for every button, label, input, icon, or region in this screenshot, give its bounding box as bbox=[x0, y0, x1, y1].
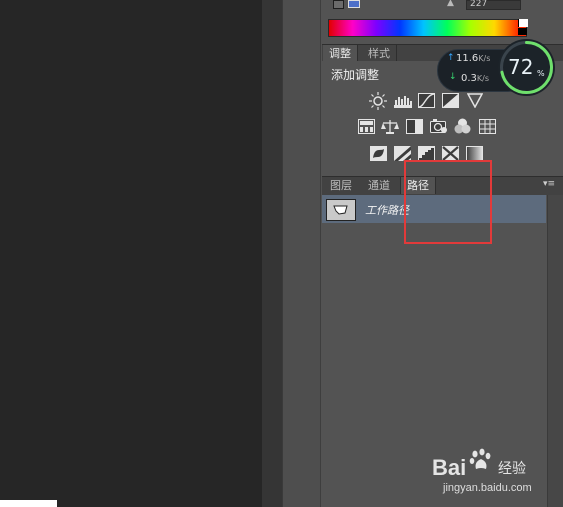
watermark-url: jingyan.baidu.com bbox=[443, 482, 532, 494]
channel-mixer-icon[interactable] bbox=[454, 118, 471, 134]
tab-channels[interactable]: 通道 bbox=[362, 177, 396, 194]
path-name: 工作路径 bbox=[365, 204, 409, 217]
posterize-icon[interactable] bbox=[394, 146, 411, 161]
tab-layers[interactable]: 图层 bbox=[324, 177, 358, 194]
download-arrow-icon: ↓ bbox=[449, 72, 457, 82]
curves-icon[interactable] bbox=[418, 93, 435, 108]
levels-icon[interactable] bbox=[394, 94, 412, 108]
tab-styles[interactable]: 样式 bbox=[362, 45, 397, 62]
hue-saturation-icon[interactable] bbox=[358, 119, 375, 134]
path-thumbnail bbox=[326, 199, 356, 221]
adjustments-title: 添加调整 bbox=[331, 68, 380, 82]
invert-icon[interactable] bbox=[370, 146, 387, 161]
photo-filter-icon[interactable] bbox=[430, 118, 448, 134]
black-swatch[interactable] bbox=[518, 28, 527, 35]
path-shape-icon bbox=[333, 205, 348, 215]
color-spectrum-bar[interactable] bbox=[328, 19, 527, 37]
white-swatch[interactable] bbox=[518, 19, 528, 27]
canvas-area bbox=[0, 0, 262, 507]
color-balance-icon[interactable] bbox=[381, 119, 399, 134]
gamut-icon: ▲ bbox=[447, 0, 454, 8]
document-edge bbox=[0, 500, 57, 507]
color-lookup-icon[interactable] bbox=[479, 119, 496, 134]
highlight-annotation-box bbox=[404, 160, 492, 244]
color-swatch[interactable] bbox=[348, 0, 360, 8]
usage-percent-unit: % bbox=[537, 69, 545, 78]
warning-icon bbox=[333, 0, 344, 9]
panel-gutter bbox=[262, 0, 282, 507]
threshold-icon[interactable] bbox=[418, 146, 435, 161]
color-value-field[interactable]: 227 bbox=[466, 0, 521, 10]
paw-logo-icon bbox=[469, 448, 491, 469]
gradient-map-icon[interactable] bbox=[466, 146, 483, 161]
upload-unit: K/s bbox=[478, 54, 491, 63]
watermark-suffix: 经验 bbox=[498, 461, 526, 477]
black-white-icon[interactable] bbox=[406, 119, 423, 134]
upload-arrow-icon: ↑ bbox=[447, 53, 455, 63]
vibrance-icon[interactable] bbox=[467, 93, 483, 108]
watermark-brand: Bai bbox=[432, 455, 467, 480]
panel-menu-icon[interactable]: ▾≡ bbox=[543, 179, 555, 189]
download-speed: 0.3K/s bbox=[461, 73, 490, 84]
download-unit: K/s bbox=[476, 74, 490, 83]
collapsed-dock bbox=[282, 0, 321, 507]
paths-panel-scrollbar[interactable] bbox=[547, 195, 563, 507]
selective-color-icon[interactable] bbox=[442, 146, 459, 161]
brightness-contrast-icon[interactable] bbox=[369, 92, 387, 110]
exposure-icon[interactable] bbox=[442, 93, 459, 108]
upload-speed: 11.6K/s bbox=[456, 53, 491, 64]
tab-adjustments[interactable]: 调整 bbox=[323, 45, 358, 62]
usage-percent: 72 bbox=[508, 55, 534, 79]
